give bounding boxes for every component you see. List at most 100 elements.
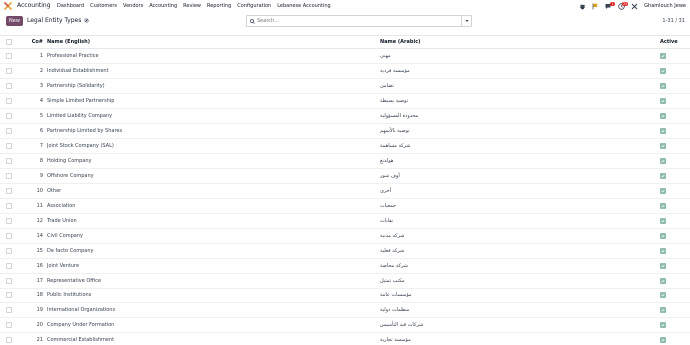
arabic-text: مؤسسة فردية (380, 67, 410, 74)
active-checkbox[interactable] (660, 97, 666, 104)
table-row[interactable]: 20 Company Under Formation شركات قيد التأس… (0, 318, 690, 334)
select-all-checkbox[interactable] (6, 39, 12, 45)
row-checkbox[interactable] (6, 217, 12, 224)
user-menu[interactable]: Ghamlouch Jewe (644, 3, 686, 9)
tools-icon[interactable] (631, 3, 638, 10)
menu-item-vendors[interactable]: Vendors (123, 3, 143, 9)
app-name[interactable]: Accounting (17, 2, 51, 9)
table-row[interactable]: 1 Professional Practice مهني (0, 49, 690, 64)
menu-item-reporting[interactable]: Reporting (207, 3, 231, 9)
table-row[interactable]: 18 Public Institutions مؤسسات عامة (0, 289, 690, 304)
apps-menu-icon[interactable] (4, 2, 12, 10)
menu-item-review[interactable]: Review (183, 3, 201, 9)
table-row[interactable]: 6 Partnership Limited by Shares توصية بالأ… (0, 124, 690, 139)
row-checkbox[interactable] (6, 307, 12, 314)
active-checkbox[interactable] (660, 292, 666, 299)
pager[interactable]: 1-31 / 31 (662, 18, 685, 24)
arabic-text: شركات قيد التأسيس (380, 322, 424, 329)
search-options-toggle[interactable] (461, 16, 471, 26)
checkmark-icon (661, 84, 665, 88)
active-checkbox[interactable] (660, 157, 666, 164)
row-checkbox[interactable] (6, 262, 12, 269)
active-checkbox[interactable] (660, 67, 666, 74)
table-row[interactable]: 21 Commercial Establishment مؤسسة تجارية (0, 333, 690, 345)
table-row[interactable]: 10 Other أخرى (0, 184, 690, 199)
table-row[interactable]: 16 Joint Venture شركة محاصة (0, 259, 690, 274)
active-checkbox[interactable] (660, 262, 666, 269)
active-checkbox[interactable] (660, 277, 666, 284)
header-active[interactable]: Active (660, 36, 680, 48)
header-name-arabic[interactable]: Name (Arabic) (380, 36, 650, 48)
row-seq: 18 (36, 292, 43, 299)
table-row[interactable]: 14 Civil Company شركة مدنية (0, 229, 690, 244)
row-select-cell (6, 289, 14, 303)
select-all-cell (6, 36, 14, 48)
row-checkbox[interactable] (6, 187, 12, 194)
arabic-text: شركة محاصة (380, 262, 408, 269)
row-checkbox[interactable] (6, 97, 12, 104)
active-checkbox[interactable] (660, 337, 666, 344)
checkmark-icon (661, 219, 665, 223)
row-checkbox[interactable] (6, 277, 12, 284)
row-checkbox[interactable] (6, 67, 12, 74)
row-checkbox[interactable] (6, 232, 12, 239)
systray: 1 25 Ghamlouch Jewe (579, 1, 686, 11)
activity-clock-icon[interactable]: 25 (618, 1, 629, 10)
table-row[interactable]: 15 De facto Company شركة فعلية (0, 244, 690, 259)
row-checkbox[interactable] (6, 112, 12, 119)
row-checkbox[interactable] (6, 337, 12, 344)
table-row[interactable]: 17 Representative Office مكتب تمثيل (0, 274, 690, 289)
menu-item-customers[interactable]: Customers (90, 3, 117, 9)
active-checkbox[interactable] (660, 217, 666, 224)
row-checkbox[interactable] (6, 127, 12, 134)
new-button[interactable]: New (6, 16, 23, 26)
row-checkbox[interactable] (6, 247, 12, 254)
row-checkbox[interactable] (6, 292, 12, 299)
active-checkbox[interactable] (660, 232, 666, 239)
header-name-english[interactable]: Name (English) (47, 36, 367, 48)
search-icon[interactable] (247, 16, 257, 26)
row-checkbox[interactable] (6, 52, 12, 59)
row-checkbox[interactable] (6, 142, 12, 149)
table-row[interactable]: 2 Individual Establishment مؤسسة فردية (0, 64, 690, 79)
table-row[interactable]: 7 Joint Stock Company (SAL) شركة مساهمة (0, 139, 690, 154)
row-checkbox[interactable] (6, 157, 12, 164)
row-checkbox[interactable] (6, 202, 12, 209)
table-row[interactable]: 11 Association جمعيات (0, 199, 690, 214)
flag-icon[interactable] (592, 3, 599, 10)
active-checkbox[interactable] (660, 172, 666, 179)
table-row[interactable]: 9 Offshore Company أوف شور (0, 169, 690, 184)
menu-item-dashboard[interactable]: Dashboard (57, 3, 84, 9)
messages-icon[interactable]: 1 (605, 1, 616, 10)
active-checkbox[interactable] (660, 52, 666, 59)
active-checkbox[interactable] (660, 127, 666, 134)
menu-item-configuration[interactable]: Configuration (237, 3, 271, 9)
active-checkbox[interactable] (660, 112, 666, 119)
active-checkbox[interactable] (660, 247, 666, 254)
menu-item-lebanese-accounting[interactable]: Lebanese Accounting (277, 3, 330, 9)
header-seq[interactable]: Co# (22, 36, 43, 48)
active-checkbox[interactable] (660, 142, 666, 149)
menu-item-accounting[interactable]: Accounting (149, 3, 177, 9)
table-row[interactable]: 5 Limited Liability Company محدودة المسؤول… (0, 109, 690, 124)
table-row[interactable]: 19 International Organizations منظمات دولي… (0, 303, 690, 319)
row-checkbox[interactable] (6, 322, 12, 329)
row-active-cell (660, 79, 680, 93)
active-checkbox[interactable] (660, 307, 666, 314)
search-input[interactable] (257, 18, 461, 24)
row-checkbox[interactable] (6, 172, 12, 179)
row-name-english: Joint Venture (47, 262, 80, 269)
settings-gear-icon[interactable] (84, 18, 89, 23)
active-checkbox[interactable] (660, 82, 666, 89)
bug-icon[interactable] (579, 3, 586, 10)
checkmark-icon (661, 99, 665, 103)
active-checkbox[interactable] (660, 322, 666, 329)
table-row[interactable]: 12 Trade Union نقابات (0, 214, 690, 229)
table-row[interactable]: 3 Partnership (Solidarity) تضامن (0, 79, 690, 94)
table-row[interactable]: 8 Holding Company هولدنغ (0, 154, 690, 169)
row-checkbox[interactable] (6, 82, 12, 89)
checkmark-icon (661, 54, 665, 58)
active-checkbox[interactable] (660, 187, 666, 194)
active-checkbox[interactable] (660, 202, 666, 209)
table-row[interactable]: 4 Simple Limited Partnership توصية بسيطة (0, 94, 690, 109)
